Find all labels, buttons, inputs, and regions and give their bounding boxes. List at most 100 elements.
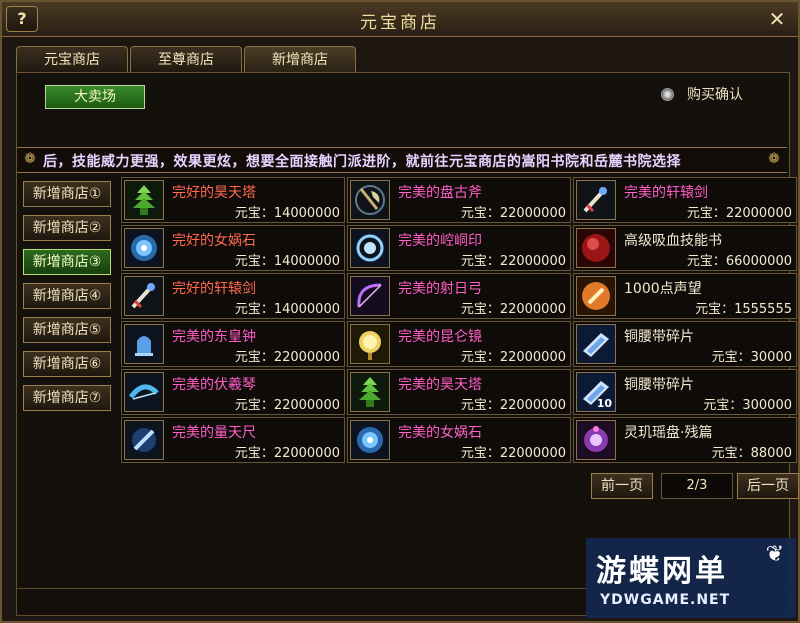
mirror-icon[interactable] [350, 324, 390, 364]
side-tab-1[interactable]: 新增商店① [23, 181, 111, 207]
side-tab-4[interactable]: 新增商店④ [23, 283, 111, 309]
shop-content: 大卖场 购买确认 ❁ 后，技能威力更强，效果更炫，想要全面接触门派进阶，就前往元… [16, 72, 799, 614]
close-button[interactable]: ✕ [764, 7, 790, 31]
pagoda-icon[interactable] [124, 180, 164, 220]
stone-icon[interactable] [350, 420, 390, 460]
item-price: 元宝：22000000 [234, 446, 340, 461]
shop-item[interactable]: 完美的射日弓元宝：22000000 [347, 273, 571, 319]
belt-fragment-icon[interactable]: 10 [576, 372, 616, 412]
shop-item[interactable]: 完好的女娲石元宝：14000000 [121, 225, 345, 271]
item-name: 完好的昊天塔 [172, 185, 256, 201]
item-price: 元宝：22000000 [460, 206, 566, 221]
item-price: 元宝：22000000 [460, 350, 566, 365]
side-tab-3[interactable]: 新增商店③ [23, 249, 111, 275]
auction-button[interactable]: 大卖场 [45, 85, 145, 109]
page-indicator: 2/3 [661, 473, 733, 499]
shop-item[interactable]: 完美的伏羲琴元宝：22000000 [121, 369, 345, 415]
item-name: 完美的崆峒印 [398, 233, 482, 249]
belt-fragment-icon[interactable] [576, 324, 616, 364]
sword-icon[interactable] [576, 180, 616, 220]
seal-icon[interactable] [350, 228, 390, 268]
stone-icon[interactable] [124, 228, 164, 268]
side-tab-5[interactable]: 新增商店⑤ [23, 317, 111, 343]
next-page-button[interactable]: 后一页 [737, 473, 799, 499]
item-name: 铜腰带碎片 [624, 377, 694, 393]
item-name: 完美的昊天塔 [398, 377, 482, 393]
ornament-icon: ❁ [768, 151, 780, 167]
side-tab-6[interactable]: 新增商店⑥ [23, 351, 111, 377]
shop-item[interactable]: 完好的昊天塔元宝：14000000 [121, 177, 345, 223]
zither-icon[interactable] [124, 372, 164, 412]
item-price: 元宝：14000000 [234, 206, 340, 221]
item-price: 元宝：300000 [703, 398, 792, 413]
title-bar: ? 元宝商店 ✕ [2, 2, 798, 37]
radio-icon[interactable] [661, 88, 674, 101]
ornament-icon: ❁ [24, 151, 36, 167]
ruler-icon[interactable] [124, 420, 164, 460]
item-price: 元宝：22000000 [234, 398, 340, 413]
watermark-title: 游蝶网单 [596, 554, 728, 589]
item-name: 完美的伏羲琴 [172, 377, 256, 393]
item-name: 完美的射日弓 [398, 281, 482, 297]
item-price: 元宝：22000000 [234, 350, 340, 365]
item-name: 铜腰带碎片 [624, 329, 694, 345]
item-name: 完美的东皇钟 [172, 329, 256, 345]
item-price: 元宝：88000 [711, 446, 792, 461]
shop-item[interactable]: 完美的轩辕剑元宝：22000000 [573, 177, 797, 223]
item-name: 完美的女娲石 [398, 425, 482, 441]
disc-icon[interactable] [576, 420, 616, 460]
watermark-url: YDWGAME.NET [600, 592, 731, 608]
item-name: 完美的轩辕剑 [624, 185, 708, 201]
item-name: 1000点声望 [624, 281, 702, 297]
shop-item[interactable]: 完美的盘古斧元宝：22000000 [347, 177, 571, 223]
sword-icon[interactable] [124, 276, 164, 316]
bell-icon[interactable] [124, 324, 164, 364]
shop-item[interactable]: 完美的量天尺元宝：22000000 [121, 417, 345, 463]
shop-item[interactable]: 完美的昆仑镜元宝：22000000 [347, 321, 571, 367]
tab-supreme-shop[interactable]: 至尊商店 [130, 46, 242, 73]
tab-new-shop[interactable]: 新增商店 [244, 46, 356, 73]
shop-item[interactable]: 高级吸血技能书 元宝：66000000 [573, 225, 797, 271]
shop-item[interactable]: 完美的崆峒印元宝：22000000 [347, 225, 571, 271]
announcement-marquee: ❁ 后，技能威力更强，效果更炫，想要全面接触门派进阶，就前往元宝商店的嵩阳书院和… [17, 147, 787, 173]
item-name: 灵玑瑶盘·残篇 [624, 425, 713, 441]
axe-icon[interactable] [350, 180, 390, 220]
item-quantity: 10 [596, 397, 612, 410]
item-price: 元宝：1555555 [695, 302, 792, 317]
announcement-text: 后，技能威力更强，效果更炫，想要全面接触门派进阶，就前往元宝商店的嵩阳书院和岳麓… [43, 154, 681, 170]
item-price: 元宝：22000000 [460, 254, 566, 269]
pagoda-icon[interactable] [350, 372, 390, 412]
item-price: 元宝：22000000 [460, 302, 566, 317]
tab-yuanbao-shop[interactable]: 元宝商店 [16, 46, 128, 73]
item-name: 完美的量天尺 [172, 425, 256, 441]
skillbook-icon[interactable] [576, 228, 616, 268]
shop-item[interactable]: 完美的女娲石元宝：22000000 [347, 417, 571, 463]
window-title: 元宝商店 [360, 13, 440, 33]
shop-item[interactable]: 10 铜腰带碎片 元宝：300000 [573, 369, 797, 415]
item-name: 完好的女娲石 [172, 233, 256, 249]
item-price: 元宝：14000000 [234, 302, 340, 317]
item-name: 完美的昆仑镜 [398, 329, 482, 345]
watermark: 游蝶网单 ❦ YDWGAME.NET [586, 538, 796, 618]
shop-item[interactable]: 1000点声望元宝：1555555 [573, 273, 797, 319]
shop-item[interactable]: 完美的东皇钟元宝：22000000 [121, 321, 345, 367]
item-price: 元宝：14000000 [234, 254, 340, 269]
item-grid: 完好的昊天塔 元宝：14000000 完美的盘古斧 元宝：22000000 完美的轩辕剑… [121, 177, 797, 467]
shop-item[interactable]: 完好的轩辕剑元宝：14000000 [121, 273, 345, 319]
item-price: 元宝：22000000 [460, 398, 566, 413]
side-tab-7[interactable]: 新增商店⑦ [23, 385, 111, 411]
side-tab-2[interactable]: 新增商店② [23, 215, 111, 241]
prev-page-button[interactable]: 前一页 [591, 473, 653, 499]
item-price: 元宝：22000000 [686, 206, 792, 221]
item-name: 完好的轩辕剑 [172, 281, 256, 297]
shop-window: ? 元宝商店 ✕ 元宝商店 至尊商店 新增商店 大卖场 购买确认 ❁ 后，技能威… [0, 0, 800, 623]
shop-item[interactable]: 灵玑瑶盘·残篇元宝：88000 [573, 417, 797, 463]
item-name: 高级吸血技能书 [624, 233, 722, 249]
butterfly-icon: ❦ [765, 542, 784, 567]
shop-item[interactable]: 铜腰带碎片 元宝：30000 [573, 321, 797, 367]
shop-item[interactable]: 完美的昊天塔元宝：22000000 [347, 369, 571, 415]
bow-icon[interactable] [350, 276, 390, 316]
reputation-icon[interactable] [576, 276, 616, 316]
item-name: 完美的盘古斧 [398, 185, 482, 201]
item-price: 元宝：22000000 [460, 446, 566, 461]
